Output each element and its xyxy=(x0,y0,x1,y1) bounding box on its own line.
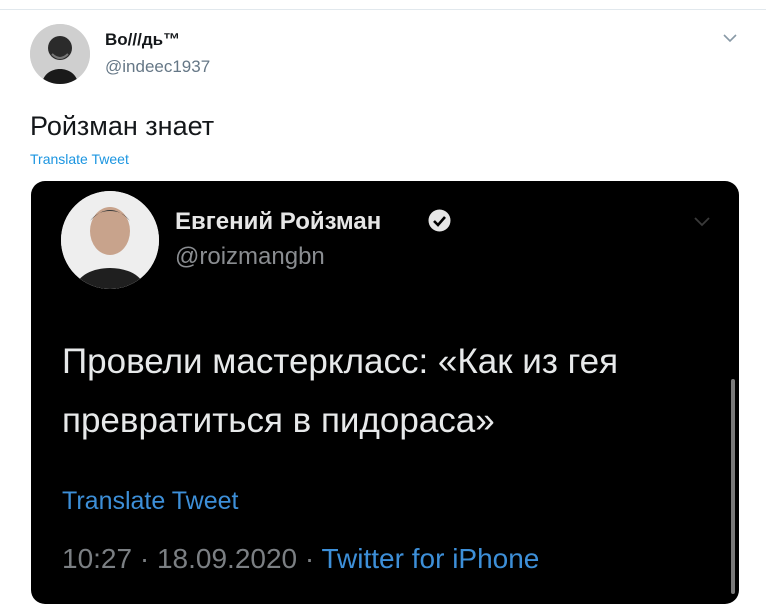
embedded-author-name: Евгений Ройзман xyxy=(175,208,382,235)
embedded-tweet-meta: 10:27 · 18.09.2020 · Twitter for iPhone xyxy=(62,543,539,575)
author-avatar[interactable] xyxy=(30,24,90,84)
author-handle[interactable]: @indeec1937 xyxy=(105,57,210,77)
portrait-icon xyxy=(30,24,90,84)
embedded-author-handle: @roizmangbn xyxy=(175,243,325,270)
tweet-source: Twitter for iPhone xyxy=(321,543,540,574)
author-name[interactable]: Во///дь™ xyxy=(105,30,180,50)
chevron-down-icon[interactable] xyxy=(720,30,740,46)
embedded-translate-label: Translate Tweet xyxy=(62,487,239,515)
meta-separator: · xyxy=(139,543,150,574)
tweet-text: Ройзман знает xyxy=(30,111,215,141)
embedded-tweet-text: Провели мастеркласс: «Как из гея преврат… xyxy=(62,342,619,440)
top-divider xyxy=(0,9,766,10)
embedded-tweet-screenshot: Евгений Ройзман @roizmangbn Провели маст… xyxy=(31,181,739,604)
embedded-author-avatar xyxy=(61,191,159,289)
verified-badge-icon xyxy=(427,208,452,233)
tweet-date: 18.09.2020 xyxy=(156,543,298,574)
tweet-time: 10:27 xyxy=(62,543,133,574)
meta-separator: · xyxy=(304,543,315,574)
translate-tweet-link[interactable]: Translate Tweet xyxy=(30,151,129,167)
portrait-icon xyxy=(61,191,159,289)
chevron-down-icon xyxy=(691,214,713,230)
scrollbar xyxy=(731,379,735,594)
